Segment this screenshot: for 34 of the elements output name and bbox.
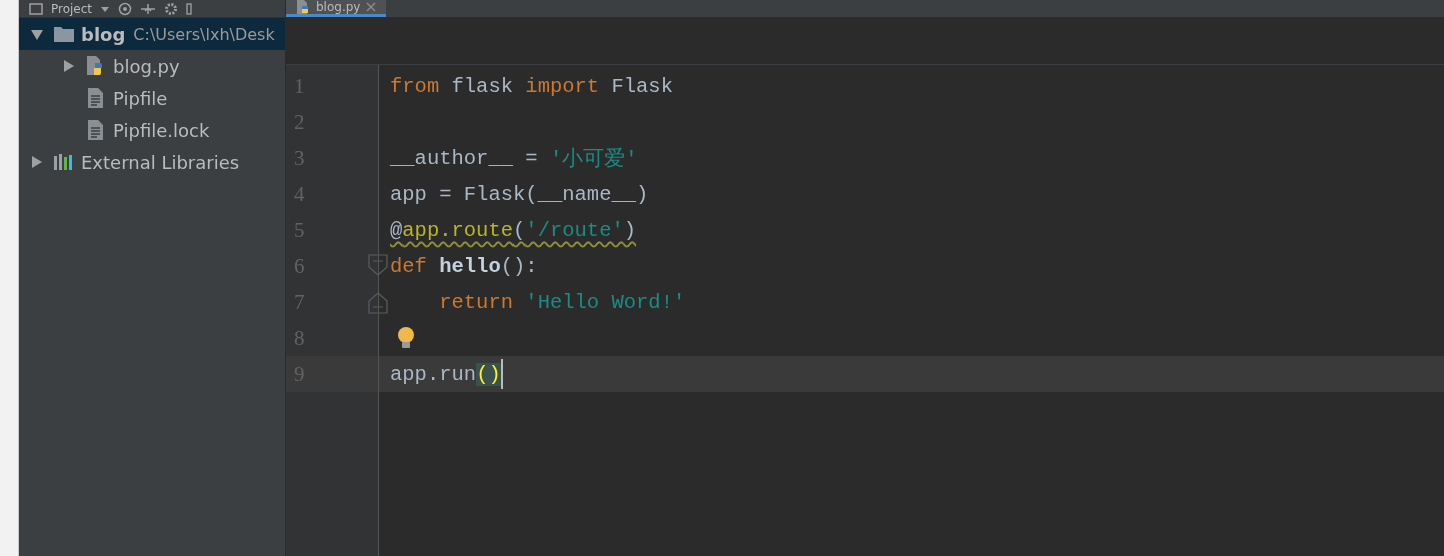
editor-tab[interactable]: blog.py: [286, 0, 387, 17]
fold-marker-icon[interactable]: [368, 254, 388, 276]
panel-title[interactable]: Project: [51, 1, 93, 16]
python-file-icon: [296, 0, 310, 14]
dropdown-caret-icon[interactable]: [100, 4, 111, 13]
code-line: return 'Hello Word!': [438, 290, 686, 314]
lightbulb-icon[interactable]: [396, 326, 416, 350]
collapse-arrow-icon[interactable]: [31, 155, 43, 169]
tree-item[interactable]: Pipfile.lock: [19, 114, 285, 146]
code-line: app.run(): [390, 362, 501, 386]
code-line: def hello():: [390, 254, 538, 278]
pin-icon[interactable]: [186, 1, 193, 16]
tree-item[interactable]: blog C:\Users\lxh\Desk: [19, 18, 285, 50]
expand-arrow-icon[interactable]: [31, 27, 43, 41]
tree-item-label: External Libraries: [81, 151, 240, 173]
tree-item[interactable]: External Libraries: [19, 146, 285, 178]
tree-item-label: Pipfile.lock: [113, 119, 210, 141]
project-icon: [29, 2, 43, 15]
code-line: __author__ = '小可爱': [390, 145, 638, 172]
folder-path: C:\Users\lxh\Desk: [133, 24, 275, 44]
collapse-all-icon[interactable]: [140, 1, 157, 16]
code-line: from flask import Flask: [390, 74, 673, 98]
target-icon[interactable]: [118, 1, 133, 16]
tree-item-label: Pipfile: [113, 87, 168, 109]
tree-item[interactable]: blog.py: [19, 50, 285, 82]
library-icon: [53, 151, 75, 173]
code-line: app = Flask(__name__): [390, 182, 649, 206]
close-icon[interactable]: [366, 2, 377, 12]
code-line: @app.route('/route'): [390, 218, 637, 242]
tree-item-label: blog.py: [113, 55, 180, 77]
tree-item-label: blog: [81, 23, 126, 45]
collapse-arrow-icon[interactable]: [63, 59, 75, 73]
tree-item[interactable]: Pipfile: [19, 82, 285, 114]
fold-marker-icon[interactable]: [368, 292, 388, 314]
